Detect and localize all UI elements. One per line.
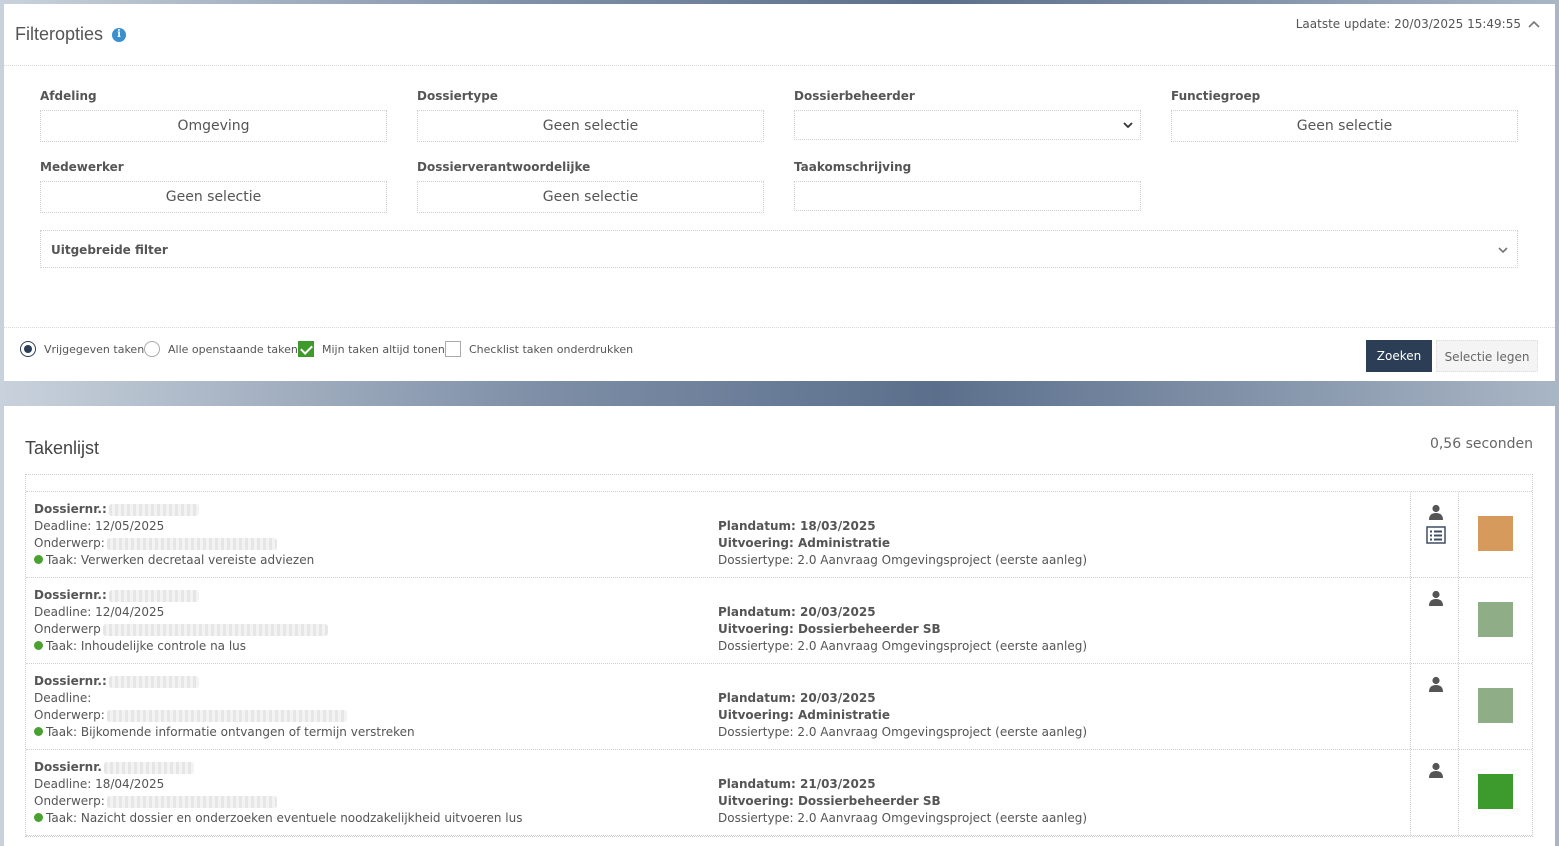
info-icon[interactable]: i — [112, 28, 127, 43]
dossiertype: Dossiertype: 2.0 Aanvraag Omgevingsproje… — [718, 553, 1088, 567]
filter-title-text: Filteropties — [15, 24, 104, 44]
medewerker-field[interactable]: Geen selectie — [40, 181, 387, 213]
redacted-text — [108, 675, 199, 688]
chevron-down-icon — [1123, 122, 1133, 129]
uitvoering: Uitvoering: Administratie — [718, 708, 890, 722]
plandatum: Plandatum: 20/03/2025 — [718, 605, 876, 619]
dossiertype: Dossiertype: 2.0 Aanvraag Omgevingsproje… — [718, 639, 1088, 653]
priority-swatch — [1478, 688, 1513, 723]
plandatum: Plandatum: 18/03/2025 — [718, 519, 876, 533]
option-mijn-taken-label: Mijn taken altijd tonen — [322, 342, 445, 356]
option-mijn-taken[interactable]: Mijn taken altijd tonen — [298, 341, 445, 357]
user-icon[interactable] — [1428, 504, 1444, 520]
radio-alle-open[interactable] — [144, 341, 160, 357]
dossier-label: Dossiernr.: — [34, 674, 107, 688]
radio-vrijgegeven[interactable] — [20, 341, 36, 357]
onderwerp-label: Onderwerp: — [34, 794, 105, 808]
redacted-text — [106, 709, 347, 722]
deadline: Deadline: 18/04/2025 — [34, 777, 165, 791]
plandatum: Plandatum: 21/03/2025 — [718, 777, 876, 791]
onderwerp-label: Onderwerp — [34, 622, 101, 636]
chevron-up-icon[interactable] — [1527, 17, 1541, 31]
taak: Taak: Inhoudelijke controle na lus — [46, 639, 247, 653]
options-bar: Vrijgegeven taken Alle openstaande taken… — [4, 327, 1555, 381]
clear-selection-button[interactable]: Selectie legen — [1436, 340, 1538, 372]
checkbox-checklist[interactable] — [445, 341, 461, 357]
redacted-text — [106, 795, 277, 808]
dossiertype: Dossiertype: 2.0 Aanvraag Omgevingsproje… — [718, 811, 1088, 825]
option-alle-open-label: Alle openstaande taken — [168, 342, 298, 356]
functiegroep-field[interactable]: Geen selectie — [1171, 110, 1518, 142]
medewerker-label: Medewerker — [40, 160, 124, 174]
user-icon[interactable] — [1428, 676, 1444, 692]
onderwerp-label: Onderwerp: — [34, 708, 105, 722]
status-dot-icon — [34, 555, 43, 564]
deadline: Deadline: 12/04/2025 — [34, 605, 165, 619]
dossiertype-field[interactable]: Geen selectie — [417, 110, 764, 142]
option-vrijgegeven-label: Vrijgegeven taken — [44, 342, 145, 356]
chevron-down-icon — [1498, 247, 1508, 254]
task-panel: Takenlijst 0,56 seconden Dossiernr.: Dea… — [4, 406, 1555, 846]
filter-header: Filteropties i Laatste update: 20/03/202… — [4, 4, 1555, 66]
task-list-title: Takenlijst — [25, 438, 100, 458]
task-row[interactable]: Dossiernr. Deadline: 18/04/2025 Onderwer… — [26, 750, 1532, 836]
dossier-label: Dossiernr. — [34, 760, 102, 774]
redacted-text — [103, 761, 194, 774]
task-row[interactable]: Dossiernr.: Deadline: Onderwerp: Taak: B… — [26, 664, 1532, 750]
option-vrijgegeven[interactable]: Vrijgegeven taken — [20, 341, 144, 357]
task-table-header — [26, 475, 1532, 492]
checkbox-mijn-taken[interactable] — [298, 341, 314, 357]
taakomschrijving-input[interactable] — [794, 181, 1141, 211]
plandatum: Plandatum: 20/03/2025 — [718, 691, 876, 705]
task-table: Dossiernr.: Deadline: 12/05/2025 Onderwe… — [25, 474, 1533, 837]
status-dot-icon — [34, 813, 43, 822]
option-checklist[interactable]: Checklist taken onderdrukken — [445, 341, 633, 357]
advanced-filter-label: Uitgebreide filter — [51, 243, 168, 257]
user-icon[interactable] — [1428, 762, 1444, 778]
uitvoering: Uitvoering: Dossierbeheerder SB — [718, 622, 941, 636]
dossiertype-label: Dossiertype — [417, 89, 498, 103]
task-row[interactable]: Dossiernr.: Deadline: 12/05/2025 Onderwe… — [26, 492, 1532, 578]
user-icon[interactable] — [1428, 590, 1444, 606]
option-checklist-label: Checklist taken onderdrukken — [469, 342, 634, 356]
afdeling-label: Afdeling — [40, 89, 97, 103]
list-icon[interactable] — [1426, 526, 1446, 544]
status-dot-icon — [34, 727, 43, 736]
redacted-text — [106, 537, 277, 550]
redacted-text — [108, 503, 199, 516]
dossiertype: Dossiertype: 2.0 Aanvraag Omgevingsproje… — [718, 725, 1088, 739]
dossierbeheerder-label: Dossierbeheerder — [794, 89, 915, 103]
afdeling-field[interactable]: Omgeving — [40, 110, 387, 142]
taakomschrijving-label: Taakomschrijving — [794, 160, 912, 174]
dossierbeheerder-select[interactable] — [794, 110, 1141, 140]
priority-swatch — [1478, 602, 1513, 637]
option-alle-open[interactable]: Alle openstaande taken — [144, 341, 298, 357]
dossier-label: Dossiernr.: — [34, 502, 107, 516]
redacted-text — [108, 589, 199, 602]
deadline: Deadline: 12/05/2025 — [34, 519, 165, 533]
filter-panel: Filteropties i Laatste update: 20/03/202… — [4, 4, 1555, 381]
redacted-text — [102, 623, 328, 636]
filter-title: Filteropties i — [15, 24, 127, 45]
elapsed-time: 0,56 seconden — [1429, 436, 1533, 452]
search-button[interactable]: Zoeken — [1366, 340, 1432, 372]
functiegroep-label: Functiegroep — [1171, 89, 1261, 103]
advanced-filter-toggle[interactable]: Uitgebreide filter — [40, 230, 1518, 268]
onderwerp-label: Onderwerp: — [34, 536, 105, 550]
priority-swatch — [1478, 516, 1513, 551]
uitvoering: Uitvoering: Dossierbeheerder SB — [718, 794, 941, 808]
last-update: Laatste update: 20/03/2025 15:49:55 — [1295, 17, 1521, 31]
uitvoering: Uitvoering: Administratie — [718, 536, 890, 550]
dossierverantwoordelijke-field[interactable]: Geen selectie — [417, 181, 764, 213]
dossier-label: Dossiernr.: — [34, 588, 107, 602]
taak: Taak: Verwerken decretaal vereiste advie… — [46, 553, 315, 567]
task-row[interactable]: Dossiernr.: Deadline: 12/04/2025 Onderwe… — [26, 578, 1532, 664]
dossierverantwoordelijke-label: Dossierverantwoordelijke — [417, 160, 591, 174]
priority-swatch — [1478, 774, 1513, 809]
taak: Taak: Bijkomende informatie ontvangen of… — [46, 725, 415, 739]
taak: Taak: Nazicht dossier en onderzoeken eve… — [46, 811, 523, 825]
status-dot-icon — [34, 641, 43, 650]
deadline: Deadline: — [34, 691, 92, 705]
